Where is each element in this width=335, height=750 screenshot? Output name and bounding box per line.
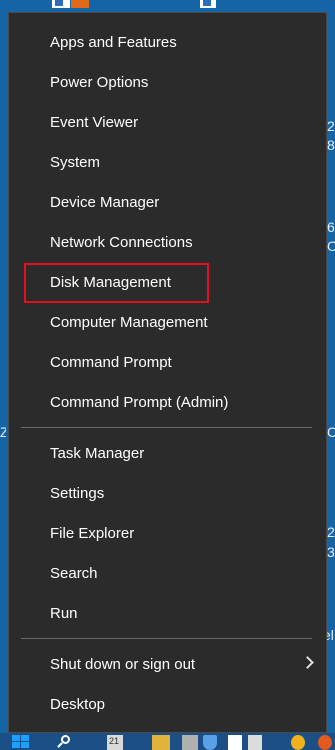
desktop-edge-text: 8 <box>327 137 335 153</box>
menu-item-run[interactable]: Run <box>9 594 326 634</box>
menu-item-label: Search <box>50 565 98 582</box>
desktop-edge-text: 2 <box>327 118 335 134</box>
chevron-right-icon <box>301 656 314 669</box>
menu-item-device-manager[interactable]: Device Manager <box>9 183 326 223</box>
menu-item-label: Command Prompt <box>50 354 172 371</box>
menu-item-label: Network Connections <box>50 234 193 251</box>
scanner-icon[interactable] <box>248 735 262 750</box>
desktop-shortcut-icon[interactable] <box>52 0 70 8</box>
menu-item-label: Run <box>50 605 78 622</box>
folder-icon[interactable] <box>152 735 170 750</box>
menu-item-command-prompt-admin[interactable]: Command Prompt (Admin) <box>9 383 326 423</box>
menu-item-network-connections[interactable]: Network Connections <box>9 223 326 263</box>
menu-item-search[interactable]: Search <box>9 554 326 594</box>
menu-item-settings[interactable]: Settings <box>9 474 326 514</box>
calendar-icon[interactable]: 21 <box>107 735 123 750</box>
menu-item-system[interactable]: System <box>9 143 326 183</box>
winx-context-menu: Apps and Features Power Options Event Vi… <box>8 12 327 733</box>
menu-item-label: Power Options <box>50 74 149 91</box>
store-bag-icon[interactable] <box>228 735 242 750</box>
menu-item-disk-management[interactable]: Disk Management <box>9 263 326 303</box>
desktop-shortcut-icon[interactable] <box>200 0 216 8</box>
desktop-edge-text: O <box>327 238 335 254</box>
menu-item-computer-management[interactable]: Computer Management <box>9 303 326 343</box>
menu-item-label: File Explorer <box>50 525 135 542</box>
menu-item-label: Event Viewer <box>50 114 139 131</box>
search-icon[interactable] <box>55 735 75 750</box>
menu-item-power-options[interactable]: Power Options <box>9 63 326 103</box>
menu-item-desktop[interactable]: Desktop <box>9 685 326 725</box>
desktop-edge-text: C <box>327 424 335 440</box>
menu-item-label: Task Manager <box>50 445 145 462</box>
menu-separator <box>21 427 312 428</box>
calendar-text: 21 <box>109 736 120 746</box>
desktop: 2 8 6 O C 2 3 el Z Apps and Features Pow… <box>0 0 335 750</box>
windows-start-icon[interactable] <box>12 735 30 750</box>
menu-item-command-prompt[interactable]: Command Prompt <box>9 343 326 383</box>
menu-item-apps-and-features[interactable]: Apps and Features <box>9 23 326 63</box>
menu-item-label: Settings <box>50 485 105 502</box>
app-icon[interactable] <box>182 735 198 750</box>
desktop-edge-text: 2 <box>327 524 335 540</box>
menu-separator <box>21 638 312 639</box>
desktop-edge-text: 6 <box>327 219 335 235</box>
shield-icon[interactable] <box>203 735 217 750</box>
menu-item-label: Shut down or sign out <box>50 656 196 673</box>
menu-item-file-explorer[interactable]: File Explorer <box>9 514 326 554</box>
menu-item-label: System <box>50 154 101 171</box>
menu-item-label: Computer Management <box>50 314 208 331</box>
menu-item-event-viewer[interactable]: Event Viewer <box>9 103 326 143</box>
menu-item-shut-down-or-sign-out[interactable]: Shut down or sign out <box>9 645 326 685</box>
menu-item-label: Desktop <box>50 696 106 713</box>
desktop-app-icon[interactable] <box>71 0 89 8</box>
menu-item-label: Disk Management <box>50 274 171 291</box>
menu-item-label: Device Manager <box>50 194 160 211</box>
taskbar: 21 <box>0 733 335 750</box>
firefox-icon[interactable] <box>318 735 332 750</box>
desktop-edge-text: 3 <box>327 544 335 560</box>
menu-item-task-manager[interactable]: Task Manager <box>9 434 326 474</box>
menu-item-label: Apps and Features <box>50 34 177 51</box>
desktop-edge-text: Z <box>0 424 6 440</box>
menu-item-label: Command Prompt (Admin) <box>50 394 229 411</box>
chrome-icon[interactable] <box>291 735 305 750</box>
